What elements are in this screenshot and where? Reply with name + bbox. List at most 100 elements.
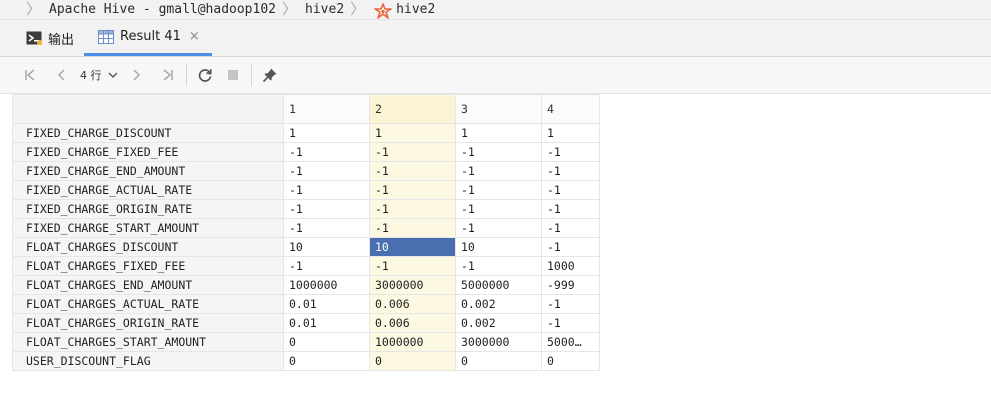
previous-page-icon[interactable] [50,63,74,87]
table-cell[interactable]: 3000000 [369,275,456,295]
table-cell[interactable]: -1 [541,161,600,181]
table-cell[interactable]: -1 [369,180,456,200]
row-header[interactable]: USER_DISCOUNT_FLAG [12,351,284,371]
row-header[interactable]: FLOAT_CHARGES_ORIGIN_RATE [12,313,284,333]
table-cell[interactable]: -1 [541,237,600,257]
selected-cell[interactable]: 10 [369,237,456,257]
column-header[interactable]: 1 [283,94,370,124]
table-cell[interactable]: -1 [541,294,600,314]
table-cell[interactable]: -1 [541,313,600,333]
column-header[interactable]: 4 [541,94,600,124]
table-row: USER_DISCOUNT_FLAG 0 0 0 0 [12,351,600,371]
close-icon[interactable]: × [189,29,200,44]
table-cell[interactable]: 0 [369,351,456,371]
row-header[interactable]: FLOAT_CHARGES_END_AMOUNT [12,275,284,295]
table-cell[interactable]: -1 [541,218,600,238]
table-cell[interactable]: -1 [369,218,456,238]
table-cell[interactable]: 5000… [541,332,600,352]
table-cell[interactable]: 1 [455,123,542,143]
table-cell[interactable]: 5000000 [455,275,542,295]
table-cell[interactable]: 0.01 [283,294,370,314]
breadcrumb-separator-icon: 〉 [282,0,298,18]
refresh-icon[interactable] [193,63,217,87]
table-cell[interactable]: -1 [369,161,456,181]
table-cell[interactable]: 1000000 [369,332,456,352]
pin-icon[interactable] [258,63,282,87]
table-cell[interactable]: -1 [283,180,370,200]
toolbar-divider [250,64,252,86]
table-cell[interactable]: 0.006 [369,294,456,314]
table-cell[interactable]: -1 [283,218,370,238]
table-cell[interactable]: 1 [541,123,600,143]
table-cell[interactable]: 0 [541,351,600,371]
table-cell[interactable]: -999 [541,275,600,295]
table-row: FIXED_CHARGE_DISCOUNT 1 1 1 1 [12,123,600,143]
breadcrumb-item-schema[interactable]: hive2 [396,0,435,19]
table-cell[interactable]: -1 [283,161,370,181]
table-row: FLOAT_CHARGES_END_AMOUNT 1000000 3000000… [12,275,600,295]
grid-header-row: 1 2 3 4 [12,94,600,124]
next-page-icon[interactable] [124,63,148,87]
row-header[interactable]: FLOAT_CHARGES_ACTUAL_RATE [12,294,284,314]
column-header[interactable]: 3 [455,94,542,124]
row-count-label: 4 行 [80,69,102,82]
row-header[interactable]: FLOAT_CHARGES_DISCOUNT [12,237,284,257]
breadcrumb-item-datasource[interactable]: Apache Hive - gmall@hadoop102 [49,0,276,19]
row-header[interactable]: FIXED_CHARGE_ACTUAL_RATE [12,180,284,200]
table-cell[interactable]: -1 [541,180,600,200]
table-cell[interactable]: -1 [455,161,542,181]
table-cell[interactable]: 0.01 [283,313,370,333]
row-header[interactable]: FIXED_CHARGE_DISCOUNT [12,123,284,143]
breadcrumb-separator-icon: 〉 [26,0,42,18]
table-cell[interactable]: -1 [455,142,542,162]
table-cell[interactable]: 0.002 [455,313,542,333]
breadcrumb-item-database[interactable]: hive2 [305,0,344,19]
grid-corner[interactable] [12,94,284,124]
row-count-selector[interactable]: 4 行 [74,67,124,83]
row-header[interactable]: FLOAT_CHARGES_FIXED_FEE [12,256,284,276]
table-cell[interactable]: 0 [455,351,542,371]
table-cell[interactable]: -1 [369,199,456,219]
table-row: FLOAT_CHARGES_START_AMOUNT 0 1000000 300… [12,332,600,352]
breadcrumb-separator-icon: 〉 [350,0,366,18]
last-page-icon[interactable] [156,63,180,87]
table-cell[interactable]: -1 [455,256,542,276]
table-cell[interactable]: 10 [283,237,370,257]
table-cell[interactable]: -1 [541,199,600,219]
row-header[interactable]: FIXED_CHARGE_FIXED_FEE [12,142,284,162]
row-header[interactable]: FLOAT_CHARGES_START_AMOUNT [12,332,284,352]
first-page-icon[interactable] [18,63,42,87]
table-cell[interactable]: 10 [455,237,542,257]
row-header[interactable]: FIXED_CHARGE_END_AMOUNT [12,161,284,181]
table-cell[interactable]: 0 [283,332,370,352]
tab-output[interactable]: 输出 [0,20,84,56]
table-cell[interactable]: 0.006 [369,313,456,333]
table-cell[interactable]: 1 [283,123,370,143]
table-cell[interactable]: -1 [283,199,370,219]
row-header[interactable]: FIXED_CHARGE_ORIGIN_RATE [12,199,284,219]
table-cell[interactable]: -1 [369,256,456,276]
table-cell[interactable]: 0 [283,351,370,371]
table-row: FLOAT_CHARGES_ACTUAL_RATE 0.01 0.006 0.0… [12,294,600,314]
table-cell[interactable]: 1 [369,123,456,143]
table-cell[interactable]: -1 [283,142,370,162]
table-row: FLOAT_CHARGES_DISCOUNT 10 10 10 -1 [12,237,600,257]
stop-icon[interactable] [221,63,245,87]
result-tabs: 输出 Result 41 × [0,20,991,57]
table-cell[interactable]: -1 [283,256,370,276]
table-cell[interactable]: -1 [369,142,456,162]
result-toolbar: 4 行 [0,57,991,94]
result-grid: 1 2 3 4 FIXED_CHARGE_DISCOUNT 1 1 1 1 FI… [12,94,600,371]
table-row: FIXED_CHARGE_END_AMOUNT -1 -1 -1 -1 [12,161,600,181]
table-cell[interactable]: 0.002 [455,294,542,314]
tab-result-41[interactable]: Result 41 × [84,20,212,56]
table-cell[interactable]: -1 [455,218,542,238]
table-cell[interactable]: 3000000 [455,332,542,352]
column-header[interactable]: 2 [369,94,456,124]
table-cell[interactable]: 1000 [541,256,600,276]
table-cell[interactable]: -1 [455,199,542,219]
table-cell[interactable]: -1 [455,180,542,200]
table-cell[interactable]: -1 [541,142,600,162]
table-cell[interactable]: 1000000 [283,275,370,295]
row-header[interactable]: FIXED_CHARGE_START_AMOUNT [12,218,284,238]
